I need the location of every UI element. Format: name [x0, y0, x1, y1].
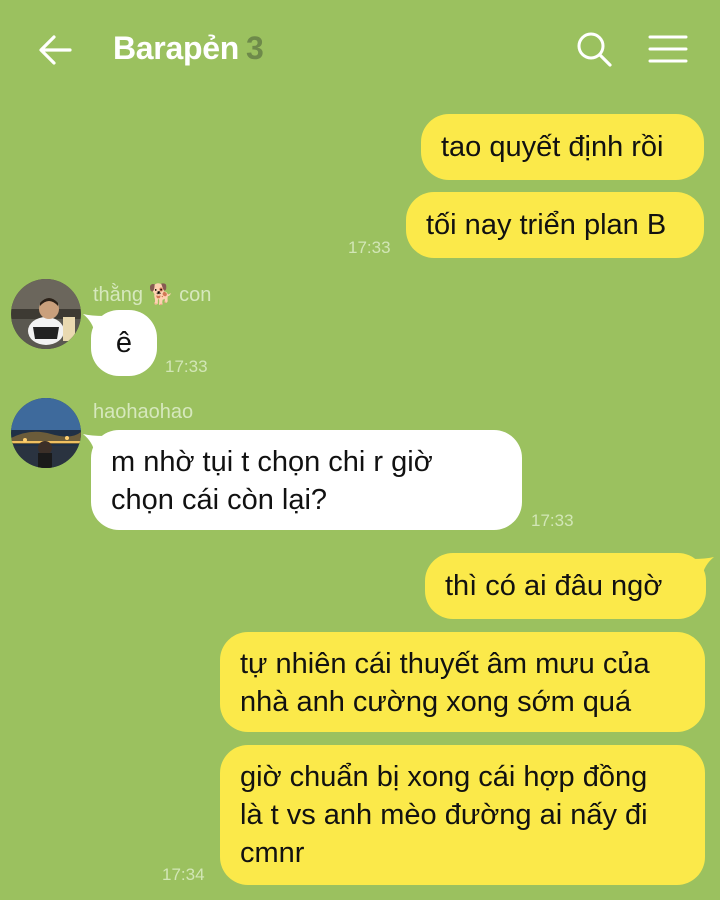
hamburger-menu-icon[interactable] — [645, 28, 691, 72]
message-text-line: là t vs anh mèo đường ai nấy đi — [240, 799, 648, 831]
message-text: tối nay triển plan B — [426, 209, 667, 241]
message-bubble-mine[interactable]: thì có ai đâu ngờ — [425, 553, 714, 619]
member-count: 3 — [245, 30, 264, 66]
message-bubble-mine[interactable]: tối nay triển plan B — [406, 192, 704, 258]
message-text: thì có ai đâu ngờ — [445, 570, 663, 602]
sender-name-text: thằng — [93, 284, 144, 306]
dog-emoji-icon: 🐕 — [148, 284, 174, 306]
message-text-line: cmnr — [240, 837, 305, 869]
bubble-tail — [83, 434, 105, 454]
chat-title[interactable]: Barapẻn 3 — [113, 30, 264, 67]
message-text-line: m nhờ tụi t chọn chi r giờ — [111, 446, 433, 478]
chat-header: Barapẻn 3 — [0, 0, 720, 100]
avatar[interactable] — [11, 279, 81, 349]
back-arrow-icon[interactable] — [34, 28, 78, 72]
message-bubble-mine[interactable]: giờ chuẩn bị xong cái hợp đồng là t vs a… — [220, 745, 705, 885]
avatar[interactable] — [11, 398, 81, 468]
bubble-tail — [83, 314, 105, 334]
message-timestamp: 17:33 — [348, 238, 391, 257]
message-bubble-mine[interactable]: tao quyết định rồi — [421, 114, 704, 180]
message-timestamp: 17:33 — [165, 357, 208, 376]
message-text-line: chọn cái còn lại? — [111, 484, 328, 516]
message-text-line: giờ chuẩn bị xong cái hợp đồng — [240, 761, 648, 793]
chat-title-text: Barapẻn — [113, 30, 239, 66]
bubble-tail — [692, 557, 714, 577]
message-text-line: tự nhiên cái thuyết âm mưu của — [240, 648, 650, 680]
message-text: tao quyết định rồi — [441, 131, 664, 163]
message-timestamp: 17:33 — [531, 511, 574, 530]
message-text: ê — [115, 327, 133, 359]
sender-name: haohaohao — [93, 401, 194, 423]
message-timestamp: 17:34 — [162, 865, 205, 884]
message-text-line: nhà anh cường xong sớm quá — [240, 686, 632, 718]
search-icon[interactable] — [572, 28, 616, 72]
sender-name: thằng 🐕 con — [93, 282, 211, 307]
message-bubble-mine[interactable]: tự nhiên cái thuyết âm mưu của nhà anh c… — [220, 632, 705, 732]
message-bubble-theirs[interactable]: m nhờ tụi t chọn chi r giờ chọn cái còn … — [83, 430, 522, 530]
sender-name-suffix: con — [179, 284, 212, 306]
message-bubble-theirs[interactable]: ê — [83, 310, 157, 376]
